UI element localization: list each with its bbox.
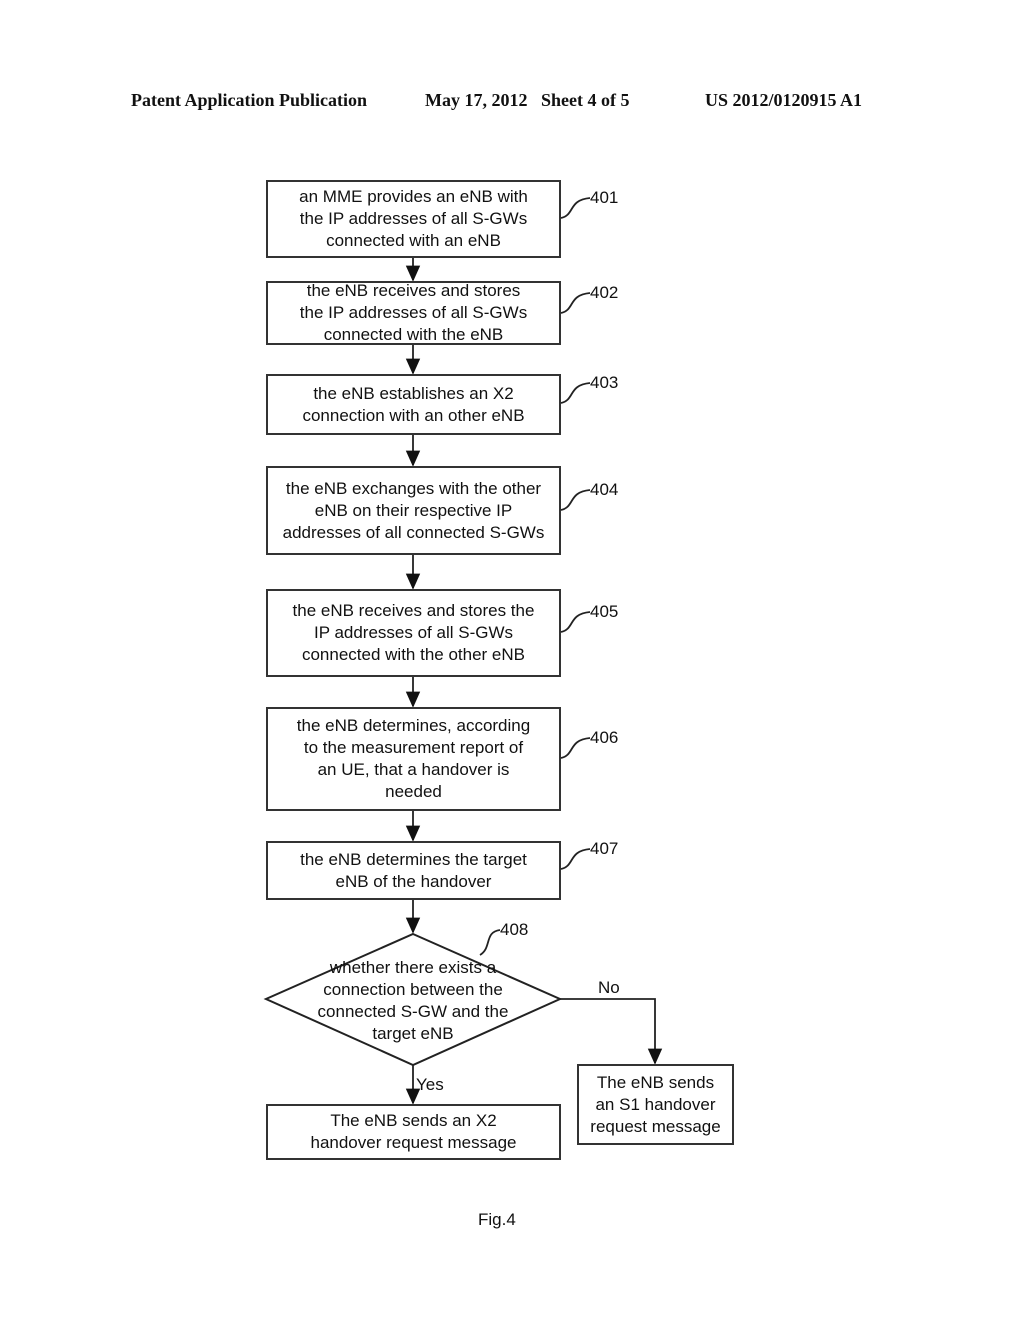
ref-408: 408	[500, 920, 529, 939]
step-405: the eNB receives and stores the IP addre…	[266, 589, 561, 677]
leader-407	[560, 848, 591, 870]
no-label: No	[598, 978, 620, 997]
step-406: the eNB determines, according to the mea…	[266, 707, 561, 811]
step-403: the eNB establishes an X2 connection wit…	[266, 374, 561, 435]
leader-402	[560, 292, 591, 314]
step-407: the eNB determines the target eNB of the…	[266, 841, 561, 900]
leader-408	[479, 929, 501, 956]
arrow-no	[560, 998, 663, 1065]
leader-403	[560, 382, 591, 404]
ref-401: 401	[590, 188, 619, 207]
step-404: the eNB exchanges with the other eNB on …	[266, 466, 561, 555]
step-402: the eNB receives and stores the IP addre…	[266, 281, 561, 345]
decision-text: whether there exists a connection betwee…	[317, 958, 509, 1043]
leader-404	[560, 489, 591, 511]
leader-405	[560, 611, 591, 633]
ref-402: 402	[590, 283, 619, 302]
ref-407: 407	[590, 839, 619, 858]
leader-406	[560, 737, 591, 759]
ref-403: 403	[590, 373, 619, 392]
outcome-x2-handover: The eNB sends an X2 handover request mes…	[266, 1104, 561, 1160]
ref-406: 406	[590, 728, 619, 747]
ref-404: 404	[590, 480, 619, 499]
ref-405: 405	[590, 602, 619, 621]
leader-401	[560, 197, 591, 219]
step-401: an MME provides an eNB with the IP addre…	[266, 180, 561, 258]
yes-label: Yes	[416, 1075, 444, 1094]
outcome-s1-handover: The eNB sends an S1 handover request mes…	[577, 1064, 734, 1145]
figure-label: Fig.4	[478, 1210, 516, 1229]
